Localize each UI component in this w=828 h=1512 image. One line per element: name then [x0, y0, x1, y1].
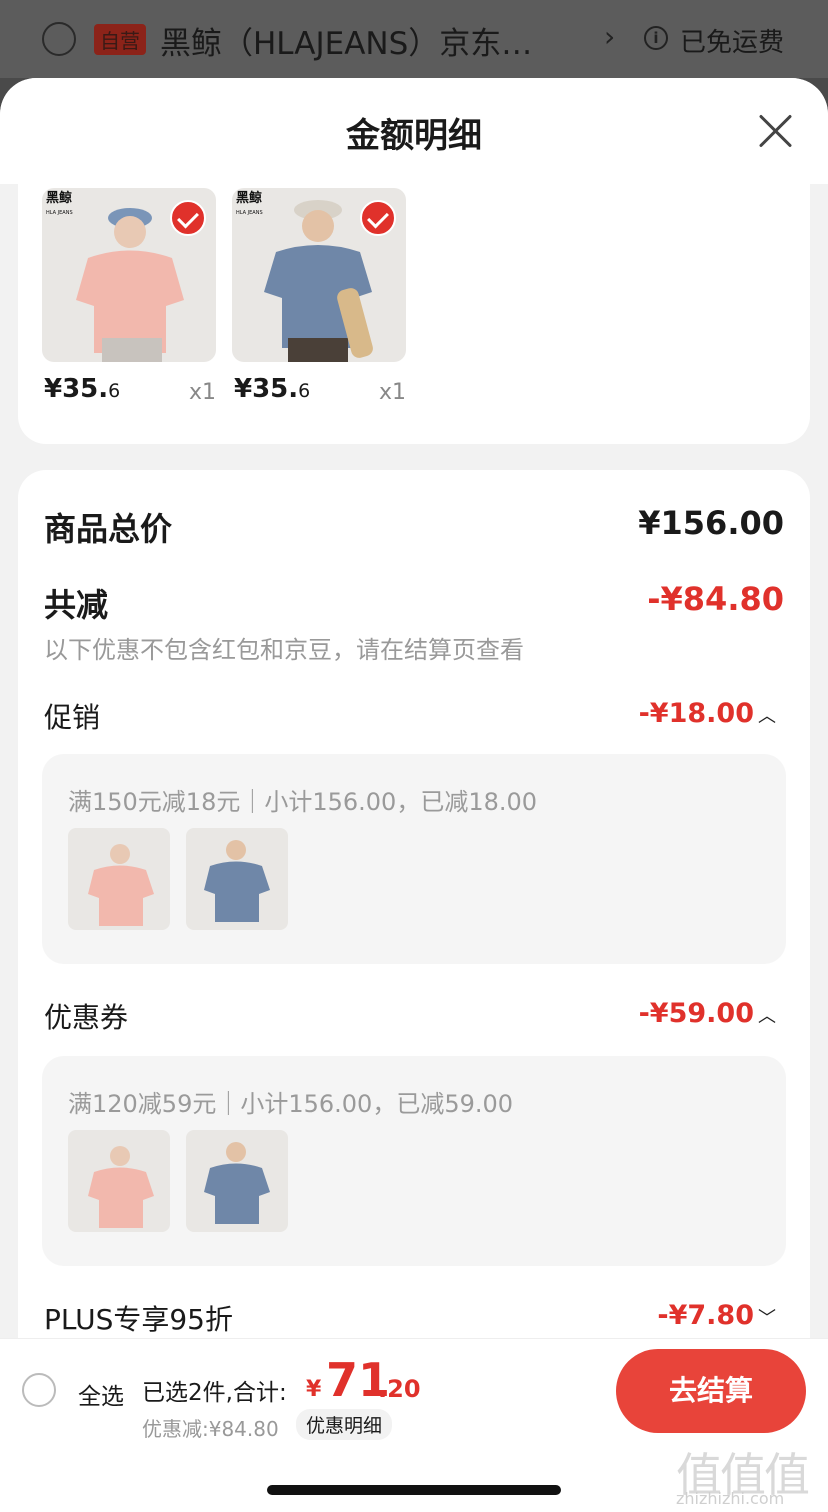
amount-detail-sheet: 金额明细 黑鲸HLA JEANS ¥35.6 x1 黑鲸HLA JEANS	[0, 78, 828, 1512]
self-operated-badge: 自营	[94, 24, 146, 55]
chevron-up-icon[interactable]: ︿	[758, 702, 776, 728]
blue-shirt-model-image	[204, 840, 270, 922]
product-item[interactable]: 黑鲸 HLA JEANS ¥35.6 x1	[232, 188, 406, 405]
checkout-button[interactable]: 去结算	[616, 1349, 806, 1433]
select-all-label[interactable]: 全选	[78, 1377, 124, 1411]
promotion-product-thumbnail[interactable]	[68, 828, 170, 930]
selected-count-text: 已选2件,合计:	[142, 1380, 287, 1406]
checked-icon[interactable]	[360, 200, 396, 236]
chevron-up-icon[interactable]: ︿	[758, 1002, 776, 1028]
checkout-bar: 全选 已选2件,合计: ¥ 71 .20 优惠减:¥84.80 优惠明细 去结算…	[0, 1338, 828, 1512]
total-reduction-value: -¥84.80	[647, 580, 784, 618]
info-icon[interactable]: i	[644, 26, 668, 50]
discount-detail-link[interactable]: 优惠明细	[296, 1409, 393, 1440]
chevron-down-icon[interactable]: ﹀	[758, 1304, 776, 1330]
products-card: 黑鲸 HLA JEANS ¥35.6 x1 黑鲸 HLA JEANS ¥35.6…	[18, 184, 810, 444]
product-quantity: x1	[188, 380, 216, 405]
plus-discount-value[interactable]: -¥7.80	[657, 1300, 754, 1331]
select-all-radio[interactable]	[22, 1373, 56, 1407]
product-item[interactable]: 黑鲸 HLA JEANS ¥35.6 x1	[42, 188, 216, 405]
coupon-value[interactable]: -¥59.00	[639, 998, 754, 1029]
total-currency: ¥	[306, 1377, 322, 1402]
watermark-url: zhizhizhi.com	[676, 1489, 785, 1508]
sheet-title: 金额明细	[346, 116, 482, 156]
product-price: ¥35.6	[44, 374, 121, 404]
coupon-product-thumbnail[interactable]	[186, 1130, 288, 1232]
promotion-detail-text: 满150元减18元｜小计156.00，已减18.00	[68, 788, 538, 816]
coupon-detail-text: 满120减59元｜小计156.00，已减59.00	[68, 1090, 514, 1118]
brand-logo: 黑鲸 HLA JEANS	[236, 191, 263, 217]
chevron-right-icon[interactable]: ›	[604, 20, 615, 53]
coupon-detail-box: 满120减59元｜小计156.00，已减59.00	[42, 1056, 786, 1266]
pink-shirt-model-image	[88, 1146, 154, 1228]
total-reduction-label: 共减	[44, 586, 109, 624]
plus-discount-label[interactable]: PLUS专享95折	[44, 1298, 233, 1338]
shop-select-radio[interactable]	[42, 22, 76, 56]
shop-header: 自营 黑鲸（HLAJEANS）京东… › i 已免运费	[0, 0, 828, 78]
sheet-header: 金额明细	[0, 78, 828, 184]
close-icon[interactable]	[756, 112, 794, 150]
coupon-label[interactable]: 优惠券	[44, 996, 128, 1036]
promotion-product-thumbnail[interactable]	[186, 828, 288, 930]
home-indicator[interactable]	[267, 1485, 561, 1495]
shop-name[interactable]: 黑鲸（HLAJEANS）京东…	[160, 18, 532, 63]
promotion-label[interactable]: 促销	[44, 696, 100, 736]
discount-amount-text: 优惠减:¥84.80	[142, 1417, 279, 1441]
product-thumbnail[interactable]: 黑鲸 HLA JEANS	[232, 188, 406, 362]
promotion-detail-box: 满150元减18元｜小计156.00，已减18.00	[42, 754, 786, 964]
coupon-product-thumbnail[interactable]	[68, 1130, 170, 1232]
total-price-label: 商品总价	[44, 510, 173, 548]
checked-icon[interactable]	[170, 200, 206, 236]
blue-shirt-model-image	[204, 1142, 270, 1224]
total-price-value: ¥156.00	[638, 504, 784, 542]
discount-note: 以下优惠不包含红包和京豆，请在结算页查看	[44, 636, 524, 664]
free-shipping-label: 已免运费	[680, 28, 785, 58]
total-amount-decimal: .20	[378, 1375, 421, 1403]
brand-logo: 黑鲸 HLA JEANS	[46, 191, 73, 217]
product-thumbnail[interactable]: 黑鲸 HLA JEANS	[42, 188, 216, 362]
product-price: ¥35.6	[234, 374, 311, 404]
pink-shirt-model-image	[88, 844, 154, 926]
promotion-value[interactable]: -¥18.00	[639, 698, 754, 729]
product-quantity: x1	[378, 380, 406, 405]
